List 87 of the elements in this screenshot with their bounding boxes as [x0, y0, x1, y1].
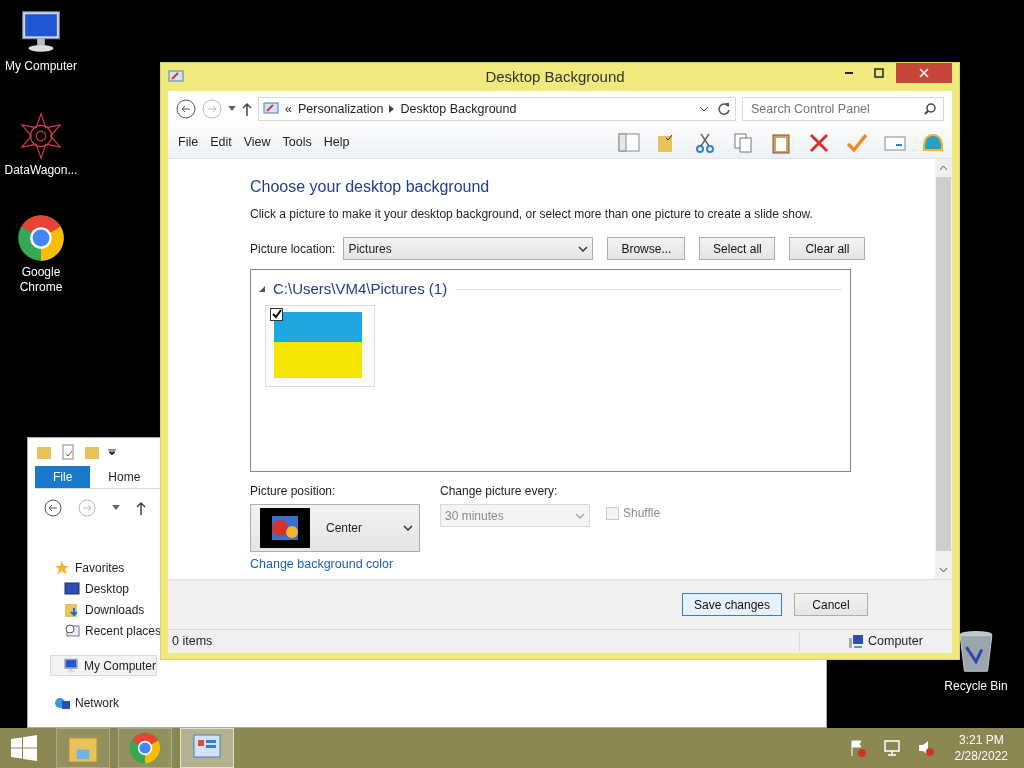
status-zone: Computer [868, 633, 923, 651]
breadcrumb-item[interactable]: Desktop Background [400, 99, 517, 119]
footer-button[interactable]: Cancel [794, 593, 868, 616]
search-icon[interactable] [924, 103, 936, 115]
field-label: Picture location: [250, 240, 336, 258]
picture-tile[interactable] [265, 304, 375, 387]
nav-item[interactable]: My Computer [50, 655, 158, 676]
network-icon[interactable] [882, 739, 901, 757]
background-color-link[interactable]: Change background color [250, 555, 394, 574]
ribbon-tab[interactable]: File [35, 466, 91, 488]
chrome-logo-icon [17, 214, 65, 262]
group-title: C:\Users\VM4\Pictures (1) [273, 279, 448, 299]
field-label: Picture position: [250, 483, 337, 500]
chevron-down-icon [575, 512, 585, 519]
copy-icon[interactable] [732, 131, 754, 154]
layout-icon[interactable] [618, 131, 640, 154]
folder-icon [36, 444, 52, 460]
nav-item[interactable]: Favorites [50, 557, 125, 578]
menu-item[interactable]: Edit [204, 131, 238, 154]
collapse-triangle-icon[interactable] [259, 286, 265, 293]
scrollbar-thumb[interactable] [936, 177, 951, 551]
nav-item[interactable]: Downloads [50, 599, 145, 620]
caret-icon[interactable] [228, 106, 236, 112]
status-text: 0 items [168, 632, 800, 651]
delete-icon[interactable] [808, 131, 830, 154]
menu-item[interactable]: Help [317, 131, 356, 154]
description-text: Click a picture to make it your desktop background, or select more than one picture to create a slide show. [250, 206, 814, 223]
caret-icon[interactable] [108, 448, 116, 456]
speaker-icon[interactable] [916, 739, 935, 757]
checkmark-icon[interactable] [846, 131, 868, 154]
icon-label: My Computer [5, 59, 77, 74]
location-button[interactable]: Clear all [789, 237, 866, 260]
ribbon-tab[interactable]: Home [90, 466, 159, 488]
control-panel-icon [168, 69, 184, 85]
flag-icon[interactable] [848, 739, 867, 757]
icon-label: DataWagon... [4, 163, 78, 178]
clipboard-icon[interactable] [770, 131, 792, 154]
address-bar[interactable]: « Personalization Desktop Background [258, 97, 736, 121]
computer-icon [848, 633, 864, 650]
taskbar-button[interactable] [180, 728, 234, 768]
breadcrumb-overflow[interactable]: « [285, 99, 292, 119]
close-icon [919, 68, 929, 78]
control-panel-icon [263, 101, 279, 117]
window-title: Desktop Background [484, 66, 626, 87]
up-arrow-icon[interactable] [242, 102, 252, 116]
scroll-up-icon[interactable] [939, 165, 948, 171]
location-button[interactable]: Select all [699, 237, 776, 260]
position-dropdown[interactable]: Center [250, 504, 420, 552]
icon-label: Recycle Bin [944, 679, 1008, 694]
menu-item[interactable]: Tools [276, 131, 318, 154]
heading: Choose your desktop background [250, 177, 491, 197]
nav-item[interactable]: Recent places [50, 620, 162, 641]
folder-icon [64, 601, 80, 618]
chevron-down-icon [403, 525, 413, 531]
chevron-right-icon [389, 105, 395, 113]
monitor-icon [64, 580, 80, 597]
maximize-icon [874, 68, 884, 78]
up-arrow-icon[interactable] [136, 501, 146, 515]
taskbar-button[interactable] [118, 728, 172, 768]
checkbox-label: Shuffle [623, 505, 661, 522]
chrome-logo-icon [129, 732, 161, 764]
clock[interactable]: 3:21 PM 2/28/2022 [954, 732, 1008, 764]
icon-label: Google Chrome [18, 265, 64, 295]
nav-item[interactable]: Desktop [50, 578, 130, 599]
refresh-icon[interactable] [717, 102, 731, 116]
location-dropdown[interactable]: Pictures [343, 237, 594, 260]
nav-item[interactable]: Network [50, 692, 119, 713]
scroll-down-icon[interactable] [939, 567, 948, 573]
windows-logo-icon [11, 735, 37, 761]
document-icon [60, 444, 76, 460]
minimize-icon [845, 72, 853, 74]
menu-item[interactable]: View [237, 131, 277, 154]
search-field[interactable]: Search Control Panel [742, 97, 944, 121]
picture-checkbox[interactable] [270, 307, 283, 321]
star-icon [54, 559, 70, 576]
monitor-icon [63, 657, 79, 674]
folder-icon [84, 444, 100, 460]
footer-button[interactable]: Save changes [682, 593, 782, 616]
scissors-icon[interactable] [694, 131, 716, 154]
breadcrumb-item[interactable]: Personalization [297, 99, 384, 119]
checkmark-icon [271, 309, 282, 319]
field-label: Change picture every: [440, 483, 559, 500]
location-button[interactable]: Browse... [607, 237, 686, 260]
caret-icon[interactable] [112, 505, 120, 511]
chevron-down-icon [578, 245, 589, 252]
chevron-down-icon[interactable] [699, 106, 709, 112]
menu-item[interactable]: File [172, 131, 205, 154]
